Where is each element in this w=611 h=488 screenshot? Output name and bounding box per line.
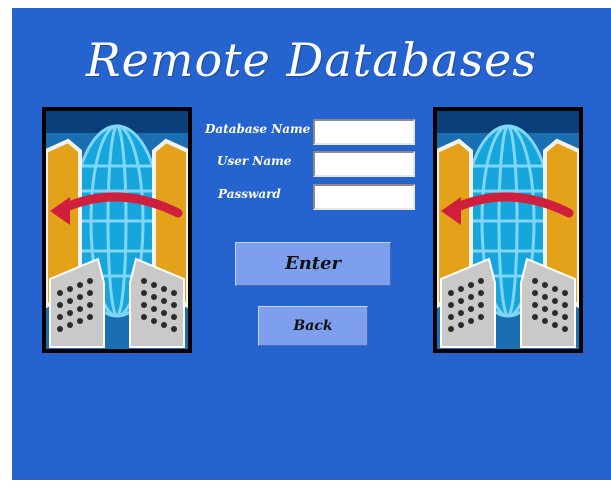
page: Remote Databases Database Name User Name… [0,0,611,488]
network-globe-icon [433,107,583,353]
user-name-label: User Name [217,154,292,168]
database-name-label: Database Name [205,122,311,136]
database-name-input[interactable] [313,119,415,145]
back-button[interactable]: Back [258,306,368,346]
enter-button[interactable]: Enter [235,242,391,286]
password-input[interactable] [313,184,415,210]
user-name-input[interactable] [313,151,415,177]
network-globe-icon [42,107,192,353]
remote-databases-panel: Remote Databases Database Name User Name… [12,8,611,480]
page-title: Remote Databases [85,33,538,87]
password-label: Passward [218,187,281,201]
